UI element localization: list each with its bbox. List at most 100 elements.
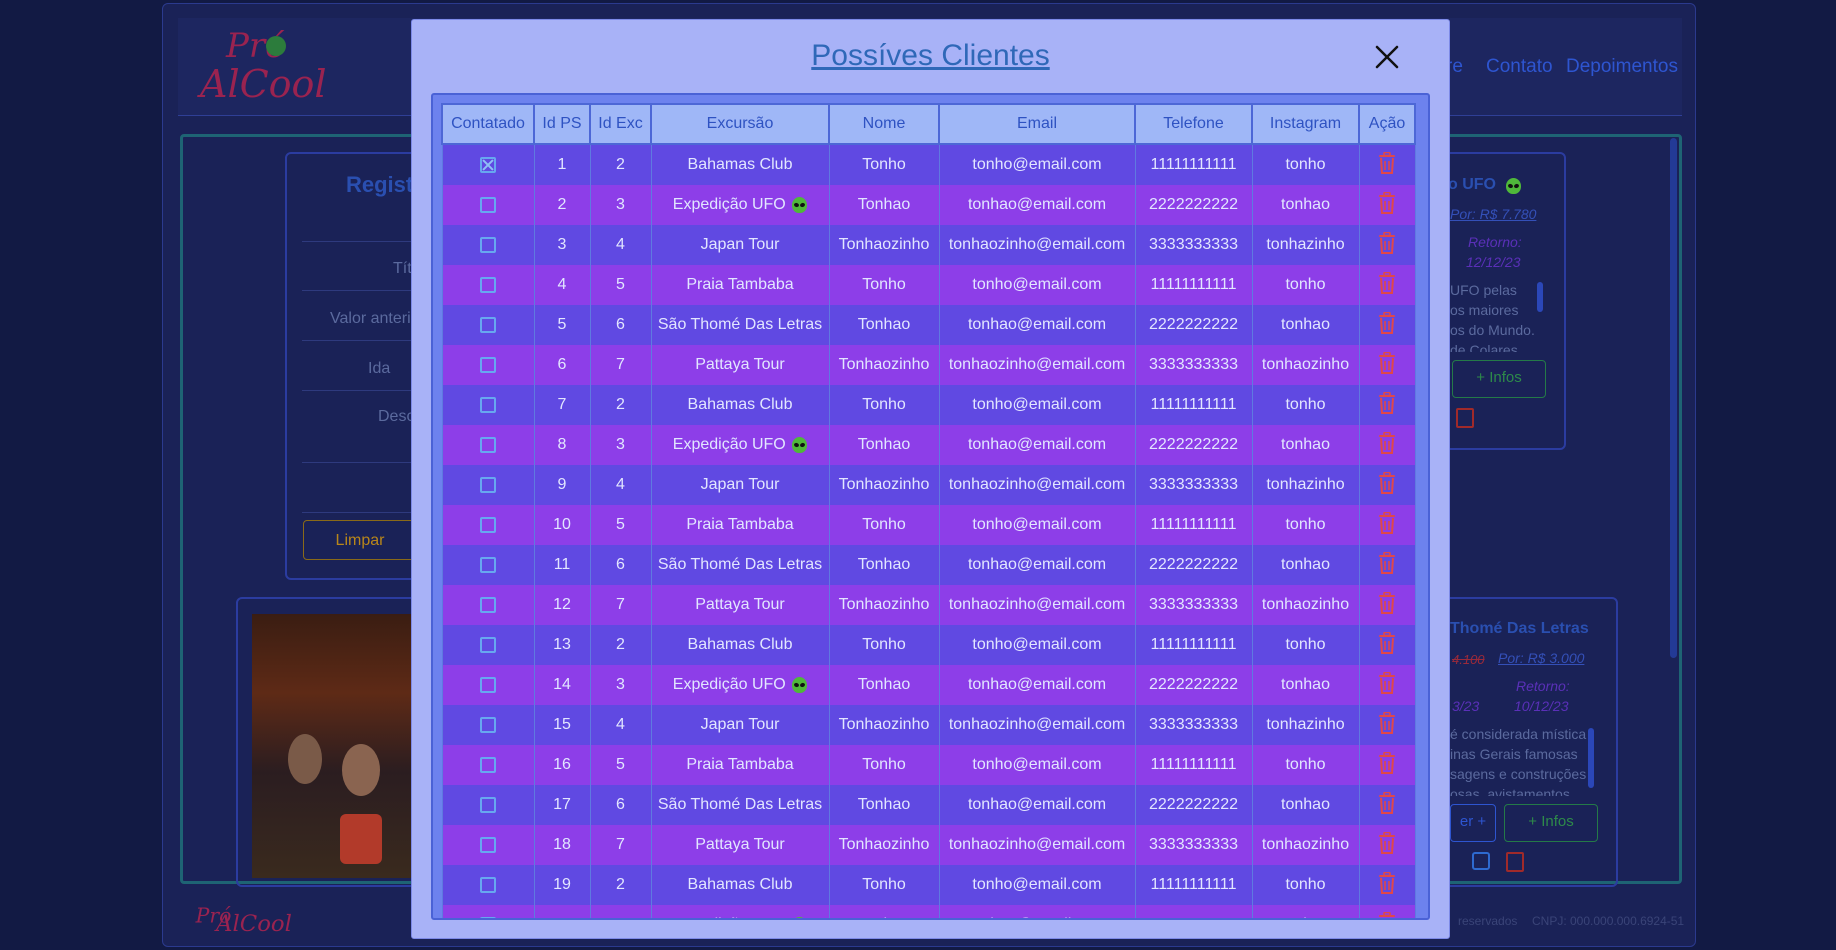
trash-icon [1379,151,1395,174]
nav-link-depoimentos[interactable]: Depoimentos [1566,56,1678,78]
delete-button[interactable] [1377,831,1397,859]
divider [302,241,412,242]
cell-telefone: 11111111111 [1134,865,1253,905]
brand-logo[interactable]: Pró AlCool [200,26,330,106]
cell-id-ps: 19 [533,865,591,905]
contacted-checkbox[interactable] [480,516,496,533]
cell-excursao: Expedição UFO [650,665,830,705]
delete-button[interactable] [1377,911,1397,918]
clear-button[interactable]: Limpar [303,520,423,560]
cell-id-ps: 8 [533,425,591,465]
delete-button[interactable] [1377,511,1397,539]
contacted-checkbox[interactable] [480,436,496,453]
sao-thome-desc: inas Gerais famosas [1450,746,1578,762]
cell-contatado [441,545,535,585]
cell-contatado [441,825,535,865]
cell-telefone: 3333333333 [1134,225,1253,265]
cell-id-ps: 11 [533,545,591,585]
excursao-name: Praia Tambaba [686,756,794,773]
cell-instagram: tonhao [1251,425,1360,465]
contacted-checkbox[interactable] [480,156,496,173]
alien-emoji-icon [792,196,808,213]
cell-instagram: tonhao [1251,545,1360,585]
cell-acao [1358,665,1416,705]
ufo-more-info-button[interactable]: + Infos [1452,360,1546,398]
contacted-checkbox[interactable] [480,196,496,213]
delete-button[interactable] [1377,391,1397,419]
contacted-checkbox[interactable] [480,716,496,733]
sao-thome-desc: osas, avistamentos [1450,786,1570,796]
see-more-button[interactable]: er + [1450,804,1496,842]
sao-thome-return-label: Retorno: [1516,678,1570,694]
trash-icon[interactable] [1506,852,1524,872]
cell-nome: Tonhao [828,185,940,225]
edit-icon[interactable] [1472,852,1490,870]
cell-id-ps: 6 [533,345,591,385]
col-header-nome: Nome [828,103,940,145]
cell-contatado [441,345,535,385]
delete-button[interactable] [1377,751,1397,779]
trash-icon[interactable] [1456,408,1474,428]
delete-button[interactable] [1377,471,1397,499]
cell-email: tonhao@email.com [938,545,1136,585]
cell-id-ps: 7 [533,385,591,425]
contacted-checkbox[interactable] [480,836,496,853]
contacted-checkbox[interactable] [480,316,496,333]
trash-icon [1379,831,1395,854]
cell-acao [1358,785,1416,825]
delete-button[interactable] [1377,191,1397,219]
trash-icon [1379,511,1395,534]
contacted-checkbox[interactable] [480,236,496,253]
delete-button[interactable] [1377,351,1397,379]
delete-button[interactable] [1377,231,1397,259]
cell-email: tonhao@email.com [938,905,1136,918]
cell-contatado [441,385,535,425]
delete-button[interactable] [1377,271,1397,299]
card-scrollbar[interactable] [1588,728,1594,788]
contacted-checkbox[interactable] [480,756,496,773]
cell-nome: Tonhaozinho [828,825,940,865]
nav-link-contato[interactable]: Contato [1486,56,1553,78]
contacted-checkbox[interactable] [480,636,496,653]
delete-button[interactable] [1377,671,1397,699]
cell-excursao: Japan Tour [650,465,830,505]
contacted-checkbox[interactable] [480,396,496,413]
cell-telefone: 3333333333 [1134,825,1253,865]
contacted-checkbox[interactable] [480,556,496,573]
delete-button[interactable] [1377,711,1397,739]
delete-button[interactable] [1377,431,1397,459]
contacted-checkbox[interactable] [480,796,496,813]
trash-icon [1379,671,1395,694]
clients-table-container[interactable]: Contatado Id PS Id Exc Excursão Nome Ema… [431,93,1430,920]
delete-button[interactable] [1377,311,1397,339]
delete-button[interactable] [1377,791,1397,819]
cell-id-ps: 12 [533,585,591,625]
cell-email: tonho@email.com [938,625,1136,665]
sao-thome-more-info-button[interactable]: + Infos [1504,804,1598,842]
delete-button[interactable] [1377,591,1397,619]
cell-nome: Tonhao [828,785,940,825]
cell-excursao: Japan Tour [650,225,830,265]
delete-button[interactable] [1377,151,1397,179]
col-header-telefone: Telefone [1134,103,1253,145]
table-row: 203 Expedição UFO Tonhaotonhao@email.com2… [441,905,1416,918]
footer-cnpj: CNPJ: 000.000.000.6924-51 [1532,914,1685,928]
cell-contatado [441,144,535,185]
contacted-checkbox[interactable] [480,916,496,918]
cell-nome: Tonho [828,265,940,305]
close-button[interactable] [1370,40,1404,74]
card-scrollbar[interactable] [1537,282,1543,312]
page-scrollbar[interactable] [1670,138,1677,658]
delete-button[interactable] [1377,631,1397,659]
contacted-checkbox[interactable] [480,276,496,293]
table-row: 2 3 Expedição UFO Tonhao tonhao@email.com 22… [441,185,1416,225]
contacted-checkbox[interactable] [480,676,496,693]
sao-thome-old-price: 4.100 [1452,652,1485,667]
contacted-checkbox[interactable] [480,596,496,613]
contacted-checkbox[interactable] [480,476,496,493]
delete-button[interactable] [1377,551,1397,579]
trash-icon [1379,751,1395,774]
delete-button[interactable] [1377,871,1397,899]
contacted-checkbox[interactable] [480,356,496,373]
contacted-checkbox[interactable] [480,876,496,893]
